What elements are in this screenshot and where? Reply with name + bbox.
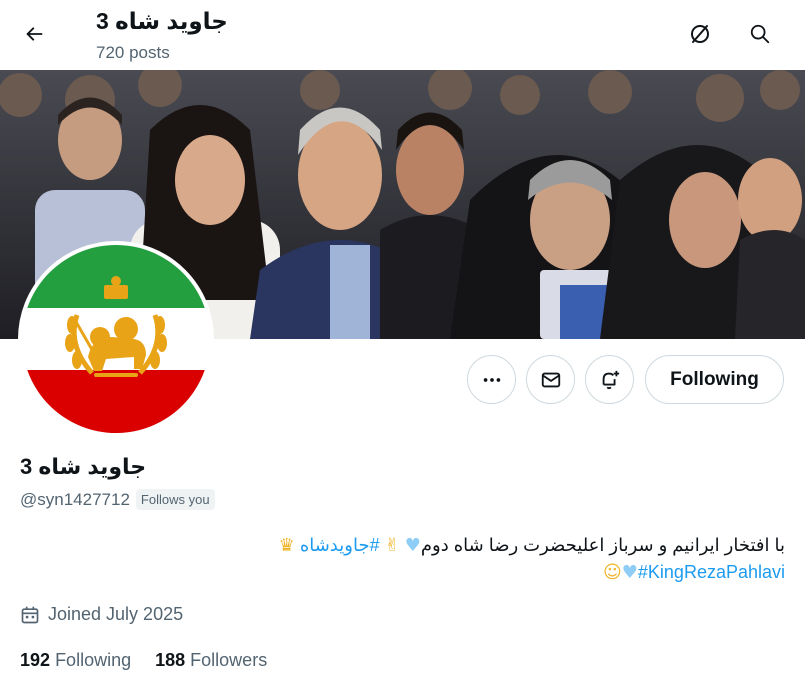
followers-count: 188 [155, 650, 186, 670]
header-title: جاوید شاه 3 [96, 8, 228, 34]
search-button[interactable] [740, 14, 780, 54]
bell-plus-icon [602, 370, 619, 389]
blue-heart-icon: ♥ [404, 535, 421, 556]
bio: با افتخار ایرانیم و سرباز اعلیحضرت رضا ش… [185, 532, 785, 586]
grok-icon [691, 25, 709, 43]
top-bar: جاوید شاه 3 720 posts [0, 0, 805, 70]
avatar[interactable] [18, 241, 214, 437]
calendar-icon [21, 606, 39, 623]
post-count: 720 posts [96, 43, 170, 62]
bio-line-1: با افتخار ایرانیم و سرباز اعلیحضرت رضا ش… [185, 532, 785, 559]
more-icon [483, 377, 500, 382]
follows-you-badge: Follows you [135, 489, 215, 510]
following-label: Following [55, 650, 132, 670]
lion-and-sun-flag-icon [22, 245, 210, 433]
followers-label: Followers [190, 650, 268, 670]
bio-line-2: #KingRezaPahlavi♥☺ [185, 559, 785, 586]
victory-hand-icon: ✌ [384, 535, 400, 556]
joined-date: Joined July 2025 [48, 604, 184, 624]
handle-row: @syn1427712 Follows you [20, 489, 215, 510]
more-button[interactable] [467, 355, 516, 404]
following-count: 192 [20, 650, 51, 670]
back-button[interactable] [14, 14, 54, 54]
joined-row: Joined July 2025 [20, 604, 183, 625]
hashtag-javidshah[interactable]: #جاویدشاه [300, 535, 380, 555]
message-button[interactable] [526, 355, 575, 404]
user-handle: @syn1427712 [20, 489, 130, 509]
stats-row: 192 Following 188 Followers [20, 650, 267, 671]
following-button[interactable]: Following [645, 355, 784, 404]
hashtag-kingrezapahlavi[interactable]: #KingRezaPahlavi [638, 562, 785, 582]
crown-icon: ♛ [278, 535, 295, 556]
followers-count-link[interactable]: 188 Followers [155, 650, 267, 671]
arrow-left-icon [26, 27, 43, 41]
blue-heart-icon: ♥ [621, 562, 638, 583]
display-name: جاوید شاه 3 [20, 454, 147, 479]
bio-text: با افتخار ایرانیم و سرباز اعلیحضرت رضا ش… [420, 535, 785, 555]
notify-button[interactable] [585, 355, 634, 404]
envelope-icon [541, 372, 560, 387]
search-icon [750, 24, 770, 44]
saluting-face-icon: ☺ [603, 562, 622, 583]
following-count-link[interactable]: 192 Following [20, 650, 131, 671]
grok-button[interactable] [680, 14, 720, 54]
